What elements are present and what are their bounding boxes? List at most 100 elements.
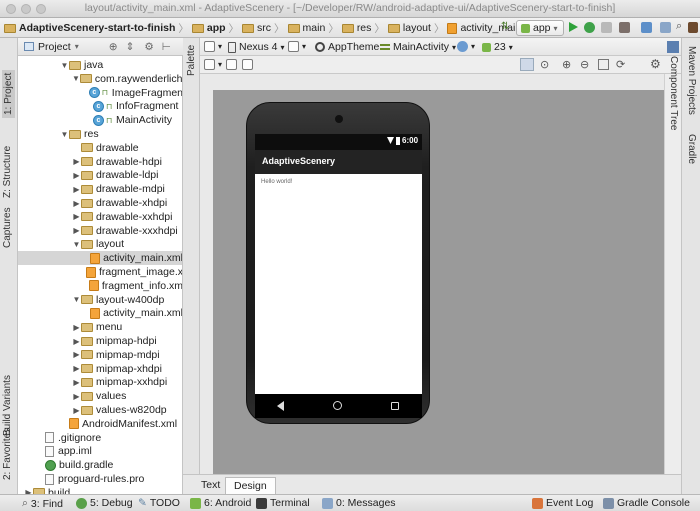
messages-tool-button[interactable]: 0: Messages [322, 497, 396, 509]
chevron-right-icon[interactable]: ▶ [72, 185, 81, 194]
attach-debugger-icon[interactable] [601, 22, 612, 33]
fit-width-button[interactable] [226, 59, 237, 70]
locale-dropdown[interactable]: ▾ [457, 41, 475, 52]
debug-tool-button[interactable]: 5: Debug [76, 497, 133, 509]
tree-item[interactable]: ▶ drawable-ldpi [18, 168, 182, 182]
chevron-right-icon[interactable]: ▶ [72, 406, 81, 415]
theme-button[interactable]: AppTheme [315, 41, 379, 53]
action-bar[interactable]: AdaptiveScenery [255, 150, 422, 174]
gear-icon[interactable]: ⚙ [144, 41, 153, 53]
tab-project[interactable]: 1: Project [2, 69, 15, 118]
chevron-right-icon[interactable]: ▶ [72, 364, 81, 373]
chevron-right-icon[interactable]: ▶ [72, 171, 81, 180]
tree-item[interactable]: AndroidManifest.xml [18, 417, 182, 431]
tree-item[interactable]: drawable [18, 141, 182, 155]
run-config-dropdown[interactable]: app ▾ [516, 20, 564, 36]
fit-height-button[interactable] [242, 59, 253, 70]
tab-favorites[interactable]: 2: Favorites [2, 428, 13, 480]
chevron-right-icon[interactable]: ▶ [72, 226, 81, 235]
tab-text[interactable]: Text [193, 477, 228, 494]
tree-item[interactable]: ▶ mipmap-xxhdpi [18, 375, 182, 389]
tree-item[interactable]: .gitignore [18, 431, 182, 445]
tab-structure[interactable]: Z: Structure [2, 146, 13, 198]
tree-item[interactable]: ▶ values [18, 389, 182, 403]
breadcrumb-main[interactable]: main [303, 22, 326, 34]
tab-maven-projects[interactable]: Maven Projects [686, 46, 697, 115]
tree-item[interactable]: ▼ layout-w400dp [18, 293, 182, 307]
project-tree[interactable]: ▼ java ▼ com.raywenderlich.a c ⊓ ImageFragmen c… [18, 56, 183, 494]
home-icon[interactable] [333, 401, 342, 410]
tree-item[interactable]: ▶ drawable-mdpi [18, 182, 182, 196]
event-log-button[interactable]: Event Log [532, 497, 593, 509]
chevron-right-icon[interactable]: ▶ [72, 323, 81, 332]
tree-item[interactable]: ▶ mipmap-mdpi [18, 348, 182, 362]
api-level-dropdown[interactable]: 23 ▾ [482, 41, 513, 53]
tree-item[interactable]: app.iml [18, 444, 182, 458]
tree-item[interactable]: ▶ drawable-xhdpi [18, 196, 182, 210]
breadcrumb-res[interactable]: res [357, 22, 372, 34]
chevron-down-icon[interactable]: ▾ [75, 42, 79, 51]
zoom-to-fit-icon[interactable] [520, 58, 534, 71]
tree-item[interactable]: c ⊓ ImageFragmen [18, 86, 182, 100]
tab-palette[interactable]: Palette [186, 45, 197, 76]
project-view-label[interactable]: Project [38, 41, 71, 53]
device-frame-button[interactable]: ▾ [204, 59, 222, 70]
back-icon[interactable] [277, 401, 284, 411]
chevron-right-icon[interactable]: ▶ [72, 199, 81, 208]
tree-item[interactable]: ▶ build [18, 486, 182, 494]
find-tool-button[interactable]: ⌕ 3: Find [22, 497, 63, 510]
tree-item[interactable]: ▶ drawable-xxxhdpi [18, 224, 182, 238]
debug-icon[interactable] [584, 22, 595, 33]
design-surface-button[interactable]: ▾ [204, 41, 222, 52]
search-everywhere-icon[interactable]: ⌕ [676, 20, 682, 33]
canvas-scrollbar[interactable]: Component Tree [664, 56, 681, 474]
breadcrumb-app[interactable]: app [207, 22, 226, 34]
component-tree-icon[interactable] [667, 41, 679, 53]
tree-item[interactable]: ▼ java [18, 58, 182, 72]
chevron-down-icon[interactable]: ▼ [60, 130, 69, 139]
chevron-right-icon[interactable]: ▶ [72, 378, 81, 387]
chevron-right-icon[interactable]: ▶ [72, 157, 81, 166]
zoom-in-icon[interactable]: ⊕ [562, 58, 571, 71]
todo-tool-button[interactable]: ✎ TODO [138, 497, 180, 509]
tab-gradle[interactable]: Gradle [686, 134, 697, 164]
gear-icon[interactable]: ⚙ [650, 57, 661, 71]
chevron-down-icon[interactable]: ▼ [72, 74, 80, 83]
device-dropdown[interactable]: Nexus 4 ▾ [228, 41, 285, 53]
stop-icon[interactable] [619, 22, 630, 33]
tree-item[interactable]: proguard-rules.pro [18, 472, 182, 486]
hide-panel-icon[interactable]: ⊢ [162, 41, 171, 53]
device-screen[interactable]: 6:00 AdaptiveScenery Hello world! [255, 134, 422, 418]
chevron-right-icon[interactable]: ▶ [72, 392, 81, 401]
make-project-icon[interactable]: ⇅ [501, 21, 509, 32]
run-icon[interactable] [569, 22, 578, 32]
tab-captures[interactable]: Captures [2, 207, 13, 248]
terminal-tool-button[interactable]: Terminal [256, 497, 310, 509]
sync-scroll-icon[interactable]: ⊕ [109, 41, 118, 53]
tree-item[interactable]: ▶ mipmap-hdpi [18, 334, 182, 348]
recents-icon[interactable] [391, 402, 399, 410]
hello-textview[interactable]: Hello world! [261, 179, 292, 185]
tree-item[interactable]: fragment_info.xm [18, 279, 182, 293]
tree-item[interactable]: c ⊓ InfoFragment [18, 99, 182, 113]
tree-item[interactable]: ▼ com.raywenderlich.a [18, 72, 182, 86]
gradle-console-button[interactable]: Gradle Console [603, 497, 690, 509]
chevron-down-icon[interactable]: ▼ [60, 61, 69, 70]
zoom-out-icon[interactable]: ⊖ [580, 58, 589, 71]
refresh-icon[interactable]: ⟳ [616, 58, 625, 71]
tree-item[interactable]: ▶ values-w820dp [18, 403, 182, 417]
tree-item[interactable]: c ⊓ MainActivity [18, 113, 182, 127]
avatar[interactable] [688, 22, 698, 33]
tab-design[interactable]: Design [225, 477, 276, 494]
sdk-manager-icon[interactable] [660, 22, 671, 33]
tree-item[interactable]: activity_main.xml [18, 251, 182, 266]
screenshot-icon[interactable] [598, 59, 609, 70]
orientation-button[interactable]: ▾ [288, 41, 306, 52]
collapse-all-icon[interactable]: ⇕ [126, 41, 135, 53]
tree-item[interactable]: fragment_image.x [18, 265, 182, 279]
android-tool-button[interactable]: 6: Android [190, 497, 251, 509]
chevron-right-icon[interactable]: ▶ [72, 212, 81, 221]
activity-content[interactable]: Hello world! [255, 174, 422, 394]
breadcrumb-layout[interactable]: layout [403, 22, 431, 34]
sync-gradle-icon[interactable] [641, 22, 652, 33]
